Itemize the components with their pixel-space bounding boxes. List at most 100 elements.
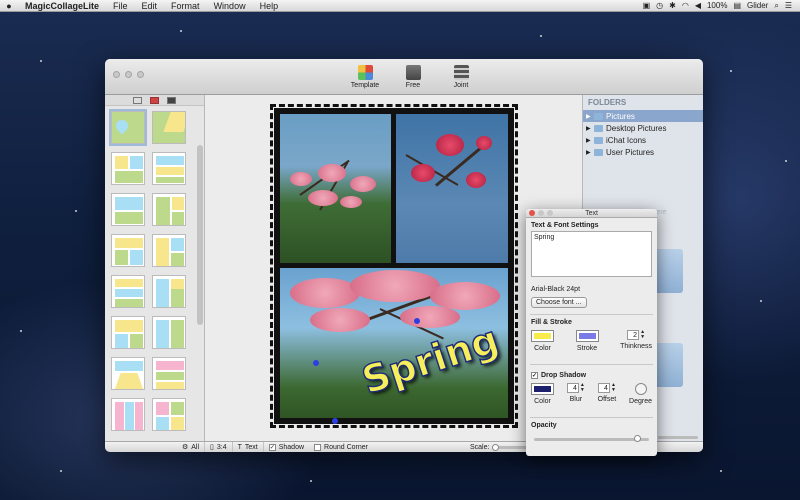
free-label: Free xyxy=(405,82,421,89)
user-name[interactable]: Glider xyxy=(747,1,768,10)
drop-shadow-header: Drop Shadow xyxy=(541,372,587,379)
backgrounds-tab[interactable] xyxy=(150,96,159,104)
folder-item-user-pictures[interactable]: ▶ User Pictures xyxy=(583,146,703,158)
spotlight-icon[interactable]: ⌕ xyxy=(774,1,778,11)
zoom-button[interactable] xyxy=(137,71,144,78)
disclosure-triangle-icon[interactable]: ▶ xyxy=(586,137,594,144)
folder-thumbnail-icon[interactable] xyxy=(653,343,683,387)
photo-slot-2[interactable] xyxy=(396,114,508,263)
degree-dial[interactable] xyxy=(634,383,647,395)
photo-slot-3[interactable]: Spring xyxy=(280,268,508,418)
template-thumb[interactable] xyxy=(152,316,186,349)
thickness-field[interactable]: 2 xyxy=(627,330,640,340)
round-corner-checkbox[interactable] xyxy=(314,443,322,451)
joint-tool-button[interactable]: Joint xyxy=(445,65,477,89)
blur-stepper[interactable]: ▲ ▼ xyxy=(580,383,585,393)
aspect-ratio[interactable]: 3:4 xyxy=(217,444,227,451)
template-tool-button[interactable]: Template xyxy=(349,65,381,89)
menu-app-name[interactable]: MagicCollageLite xyxy=(18,1,106,11)
drop-shadow-checkbox[interactable]: ✓ xyxy=(531,372,538,379)
panel-close-button[interactable] xyxy=(529,210,535,216)
template-thumb[interactable] xyxy=(111,152,145,185)
disclosure-triangle-icon[interactable]: ▶ xyxy=(586,113,594,120)
opacity-slider-knob[interactable] xyxy=(633,435,641,442)
templates-tab[interactable] xyxy=(133,96,142,104)
folder-icon xyxy=(594,136,603,144)
disclosure-triangle-icon[interactable]: ▶ xyxy=(586,125,594,132)
shadow-swatch xyxy=(534,386,551,392)
template-label: Template xyxy=(350,82,380,89)
thumbnail-size-slider[interactable] xyxy=(658,436,698,439)
template-thumb[interactable] xyxy=(111,234,145,267)
folder-item-ichat-icons[interactable]: ▶ iChat Icons xyxy=(583,134,703,146)
frames-tab[interactable] xyxy=(167,96,176,104)
volume-icon[interactable]: ◀ xyxy=(695,1,701,10)
text-input-area[interactable]: Spring xyxy=(531,231,652,277)
spring-text-overlay[interactable]: Spring xyxy=(356,317,505,404)
time-machine-icon[interactable]: ◷ xyxy=(656,1,663,10)
template-thumb[interactable] xyxy=(152,152,186,185)
collage-canvas[interactable]: Spring xyxy=(270,104,518,428)
battery-text[interactable]: 100% xyxy=(707,1,727,10)
add-template-icon[interactable]: ⚙ xyxy=(182,443,188,451)
bluetooth-icon[interactable]: ✱ xyxy=(669,1,676,10)
template-thumb[interactable] xyxy=(152,357,186,390)
flag-icon[interactable]: ▤ xyxy=(733,1,741,10)
template-thumb[interactable] xyxy=(152,111,186,144)
template-thumb[interactable] xyxy=(111,193,145,226)
panel-minimize-button[interactable] xyxy=(538,210,544,216)
folder-item-pictures[interactable]: ▶ Pictures xyxy=(583,110,703,122)
disclosure-triangle-icon[interactable]: ▶ xyxy=(586,149,594,156)
apple-menu-icon[interactable]: ● xyxy=(0,1,18,11)
text-tool-button[interactable]: Text xyxy=(245,444,258,451)
stroke-color-well[interactable] xyxy=(575,330,599,342)
all-filter[interactable]: All xyxy=(191,444,199,451)
scale-label: Scale: xyxy=(469,443,490,451)
offset-stepper[interactable]: ▲ ▼ xyxy=(611,383,616,393)
free-tool-button[interactable]: Free xyxy=(397,65,429,89)
minimize-button[interactable] xyxy=(125,71,132,78)
text-handle[interactable] xyxy=(332,418,338,424)
thickness-label: Thinkness xyxy=(620,343,652,350)
template-thumb[interactable] xyxy=(111,357,145,390)
close-button[interactable] xyxy=(113,71,120,78)
template-thumb[interactable] xyxy=(111,316,145,349)
shadow-color-well[interactable] xyxy=(531,383,554,395)
folder-icon xyxy=(594,148,603,156)
status-icon[interactable]: ▣ xyxy=(643,1,651,10)
menu-help[interactable]: Help xyxy=(253,1,286,11)
shadow-checkbox[interactable]: ✓ xyxy=(268,443,276,451)
template-thumb[interactable] xyxy=(152,398,186,431)
round-corner-label: Round Corner xyxy=(324,443,368,451)
window-titlebar: Template Free Joint xyxy=(105,59,703,95)
menu-edit[interactable]: Edit xyxy=(135,1,165,11)
template-thumb[interactable] xyxy=(111,398,145,431)
degree-label: Degree xyxy=(629,398,652,405)
opacity-slider[interactable] xyxy=(534,435,649,443)
text-panel: Text Text & Font Settings Spring Arial-B… xyxy=(526,209,657,456)
panel-zoom-button[interactable] xyxy=(547,210,553,216)
template-thumb[interactable] xyxy=(152,193,186,226)
offset-field[interactable]: 4 xyxy=(597,383,610,393)
template-thumb[interactable] xyxy=(109,109,147,146)
shadow-label: Shadow xyxy=(278,443,305,451)
choose-font-button[interactable]: Choose font ... xyxy=(531,297,587,308)
menu-window[interactable]: Window xyxy=(207,1,253,11)
fill-color-well[interactable] xyxy=(531,330,554,342)
photo-slot-1[interactable] xyxy=(280,114,391,263)
folder-item-desktop-pictures[interactable]: ▶ Desktop Pictures xyxy=(583,122,703,134)
blur-field[interactable]: 4 xyxy=(566,383,579,393)
wifi-icon[interactable]: ◠ xyxy=(682,1,689,10)
template-scrollbar[interactable] xyxy=(197,145,203,325)
menu-file[interactable]: File xyxy=(106,1,135,11)
thickness-stepper[interactable]: ▲ ▼ xyxy=(640,330,645,340)
text-handle[interactable] xyxy=(313,360,319,366)
list-icon[interactable]: ☰ xyxy=(785,1,792,10)
template-thumb[interactable] xyxy=(111,275,145,308)
menu-format[interactable]: Format xyxy=(164,1,207,11)
scale-slider-knob[interactable] xyxy=(492,443,500,451)
template-thumb[interactable] xyxy=(152,234,186,267)
text-handle[interactable] xyxy=(414,318,420,324)
folder-thumbnail-icon[interactable] xyxy=(653,249,683,293)
template-thumb[interactable] xyxy=(152,275,186,308)
